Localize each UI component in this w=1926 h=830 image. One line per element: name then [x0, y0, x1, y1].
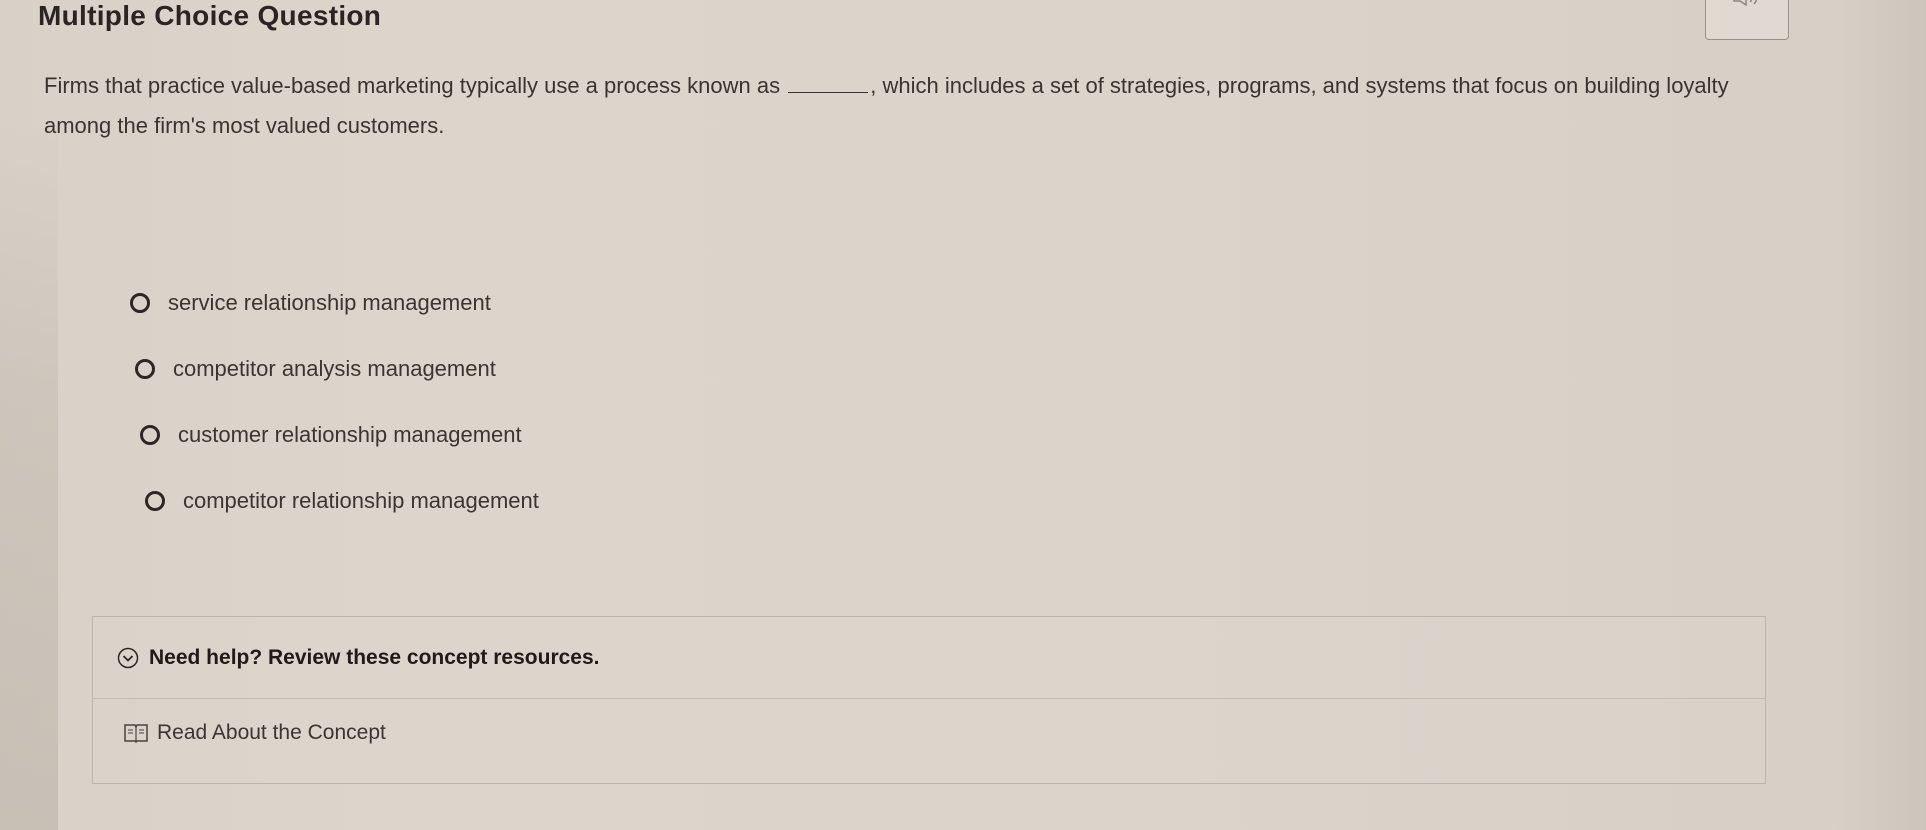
choice-label: customer relationship management [178, 422, 522, 447]
background-edge-right [1836, 0, 1926, 830]
read-about-concept-link[interactable]: Read About the Concept [123, 721, 386, 745]
answer-choices: service relationship management competit… [130, 270, 539, 534]
question-title: Multiple Choice Question [38, 0, 382, 31]
radio-button[interactable] [140, 425, 160, 445]
concept-resources-title: Need help? Review these concept resource… [149, 645, 600, 669]
choice-option-4[interactable]: competitor relationship management [145, 468, 539, 534]
background-edge-left [0, 120, 58, 830]
book-icon [124, 724, 148, 744]
choice-option-3[interactable]: customer relationship management [140, 402, 534, 468]
choice-label: competitor relationship management [183, 488, 539, 513]
radio-button[interactable] [145, 491, 165, 511]
answer-blank [788, 74, 869, 93]
audio-button[interactable] [1705, 0, 1789, 40]
concept-resources-toggle[interactable]: Need help? Review these concept resource… [93, 617, 1765, 699]
concept-resources-panel: Need help? Review these concept resource… [92, 616, 1766, 784]
radio-button[interactable] [130, 293, 150, 313]
question-text-before: Firms that practice value-based marketin… [44, 73, 781, 98]
choice-label: service relationship management [168, 290, 491, 315]
choice-option-2[interactable]: competitor analysis management [135, 336, 529, 402]
read-about-concept-label: Read About the Concept [157, 721, 386, 744]
question-text: Firms that practice value-based marketin… [44, 66, 1744, 146]
speaker-icon [1733, 0, 1758, 7]
radio-button[interactable] [135, 359, 155, 379]
chevron-down-circle-icon [117, 647, 139, 668]
choice-label: competitor analysis management [173, 356, 496, 381]
choice-option-1[interactable]: service relationship management [130, 270, 524, 336]
